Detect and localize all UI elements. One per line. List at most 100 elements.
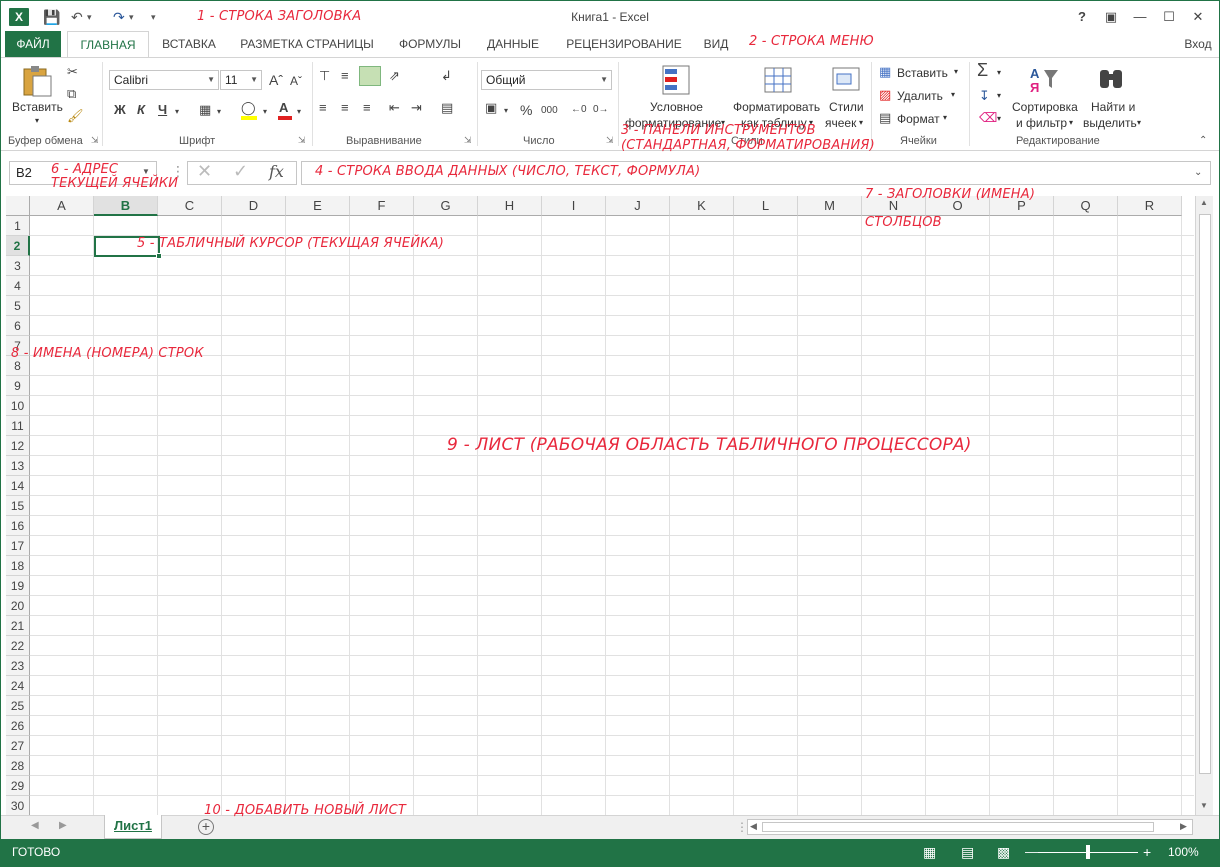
- decrease-decimal-icon[interactable]: 0→: [593, 102, 609, 118]
- help-icon[interactable]: ?: [1069, 7, 1095, 27]
- insert-cells-icon[interactable]: ▦: [879, 64, 891, 80]
- row-header-20[interactable]: 20: [6, 596, 30, 616]
- scroll-up-icon[interactable]: ▲: [1200, 198, 1208, 207]
- minimize-button[interactable]: —: [1127, 7, 1153, 27]
- chevron-down-icon[interactable]: ▾: [954, 67, 958, 76]
- row-header-19[interactable]: 19: [6, 576, 30, 596]
- name-box-dropdown-icon[interactable]: ▼: [142, 167, 150, 176]
- worksheet-grid[interactable]: ABCDEFGHIJKLMNOPQR 1 2 3 4 5 6 7 8 9 10 11 12 13 14 15…: [6, 196, 1194, 816]
- page-break-view-icon[interactable]: ▩: [997, 844, 1010, 861]
- close-button[interactable]: ✕: [1185, 7, 1211, 27]
- format-cells-icon[interactable]: ▤: [879, 110, 891, 126]
- column-header-k[interactable]: K: [670, 196, 734, 216]
- merge-center-icon[interactable]: ▤: [441, 100, 453, 116]
- italic-button[interactable]: К: [137, 102, 145, 118]
- column-header-g[interactable]: G: [414, 196, 478, 216]
- row-header-22[interactable]: 22: [6, 636, 30, 656]
- chevron-down-icon[interactable]: ▾: [859, 118, 863, 127]
- login-link[interactable]: Вход: [1181, 31, 1215, 57]
- normal-view-icon[interactable]: ▦: [923, 844, 936, 861]
- collapse-ribbon-icon[interactable]: ⌃: [1199, 135, 1207, 146]
- tab-data[interactable]: ДАННЫЕ: [479, 31, 547, 57]
- percent-style-button[interactable]: %: [520, 102, 532, 118]
- sort-filter-icon[interactable]: A Я: [1028, 64, 1060, 96]
- currency-dropdown-icon[interactable]: ▾: [504, 103, 508, 119]
- scroll-right-icon[interactable]: ▶: [1180, 821, 1187, 832]
- clear-icon[interactable]: ⌫: [979, 110, 997, 126]
- sheet-next-icon[interactable]: ▶: [59, 820, 67, 831]
- row-header-30[interactable]: 30: [6, 796, 30, 816]
- find-select-label-2[interactable]: выделить: [1083, 116, 1137, 130]
- horizontal-scroll-thumb[interactable]: [762, 822, 1154, 832]
- align-right-icon[interactable]: ≡: [363, 100, 371, 116]
- increase-indent-icon[interactable]: ⇥: [411, 100, 422, 116]
- column-header-b[interactable]: B: [94, 196, 158, 216]
- column-header-e[interactable]: E: [286, 196, 350, 216]
- chevron-down-icon[interactable]: ▾: [1069, 118, 1073, 127]
- increase-font-icon[interactable]: Aˆ: [269, 72, 283, 88]
- sheet-tab[interactable]: Лист1: [104, 815, 162, 839]
- row-header-17[interactable]: 17: [6, 536, 30, 556]
- cell-styles-label[interactable]: Стили: [829, 100, 864, 114]
- chevron-down-icon[interactable]: ▾: [997, 114, 1001, 123]
- add-sheet-icon[interactable]: +: [198, 819, 214, 835]
- tab-formulas[interactable]: ФОРМУЛЫ: [391, 31, 469, 57]
- copy-icon[interactable]: ⧉: [67, 86, 76, 102]
- row-header-23[interactable]: 23: [6, 656, 30, 676]
- fill-icon[interactable]: ↧: [979, 88, 990, 104]
- tab-page-layout[interactable]: РАЗМЕТКА СТРАНИЦЫ: [231, 31, 383, 57]
- column-header-a[interactable]: A: [30, 196, 94, 216]
- font-size-select[interactable]: 11 ▼: [220, 70, 262, 90]
- ribbon-display-icon[interactable]: ▣: [1098, 7, 1124, 27]
- column-header-c[interactable]: C: [158, 196, 222, 216]
- chevron-down-icon[interactable]: ▾: [951, 90, 955, 99]
- sheet-prev-icon[interactable]: ◀: [31, 820, 39, 831]
- row-header-3[interactable]: 3: [6, 256, 30, 276]
- zoom-slider-knob[interactable]: [1086, 845, 1090, 859]
- align-top-icon[interactable]: ⊤: [319, 68, 330, 84]
- align-middle-icon[interactable]: ≡: [341, 68, 349, 84]
- comma-style-button[interactable]: 000: [541, 103, 558, 119]
- page-layout-view-icon[interactable]: ▤: [961, 844, 974, 861]
- column-header-d[interactable]: D: [222, 196, 286, 216]
- select-all-corner[interactable]: [6, 196, 30, 216]
- fill-handle[interactable]: [156, 253, 162, 259]
- cancel-entry-icon[interactable]: ✕: [197, 161, 212, 182]
- vertical-scrollbar[interactable]: ▲ ▼: [1195, 196, 1213, 816]
- tab-view[interactable]: ВИД: [697, 31, 735, 57]
- conditional-formatting-label[interactable]: Условное: [650, 100, 703, 114]
- paste-icon[interactable]: [21, 64, 53, 98]
- row-header-21[interactable]: 21: [6, 616, 30, 636]
- sort-filter-label-2[interactable]: и фильтр: [1016, 116, 1067, 130]
- align-left-icon[interactable]: ≡: [319, 100, 327, 116]
- row-header-18[interactable]: 18: [6, 556, 30, 576]
- zoom-level[interactable]: 100%: [1168, 845, 1199, 859]
- tab-file[interactable]: ФАЙЛ: [5, 31, 61, 57]
- tab-review[interactable]: РЕЦЕНЗИРОВАНИЕ: [557, 31, 691, 57]
- tab-insert[interactable]: ВСТАВКА: [153, 31, 225, 57]
- find-select-icon[interactable]: [1096, 66, 1128, 94]
- column-header-m[interactable]: M: [798, 196, 862, 216]
- vertical-scroll-thumb[interactable]: [1199, 214, 1211, 774]
- cell-styles-label-2[interactable]: ячеек: [825, 116, 856, 130]
- insert-function-icon[interactable]: fx: [269, 162, 284, 181]
- column-header-r[interactable]: R: [1118, 196, 1182, 216]
- fill-color-dropdown-icon[interactable]: ▾: [263, 104, 267, 120]
- paste-dropdown-icon[interactable]: ▾: [35, 116, 39, 125]
- row-header-16[interactable]: 16: [6, 516, 30, 536]
- cut-icon[interactable]: ✂: [67, 64, 78, 80]
- borders-dropdown-icon[interactable]: ▾: [217, 104, 221, 120]
- borders-icon[interactable]: ▦: [199, 102, 211, 118]
- row-header-6[interactable]: 6: [6, 316, 30, 336]
- row-header-13[interactable]: 13: [6, 456, 30, 476]
- clipboard-launcher-icon[interactable]: ⇲: [91, 135, 99, 146]
- column-header-f[interactable]: F: [350, 196, 414, 216]
- format-as-table-icon[interactable]: [763, 64, 795, 96]
- row-header-15[interactable]: 15: [6, 496, 30, 516]
- row-header-27[interactable]: 27: [6, 736, 30, 756]
- column-header-l[interactable]: L: [734, 196, 798, 216]
- delete-cells-icon[interactable]: ▨: [879, 87, 891, 103]
- column-header-h[interactable]: H: [478, 196, 542, 216]
- find-select-label[interactable]: Найти и: [1091, 100, 1135, 114]
- chevron-down-icon[interactable]: ▾: [943, 113, 947, 122]
